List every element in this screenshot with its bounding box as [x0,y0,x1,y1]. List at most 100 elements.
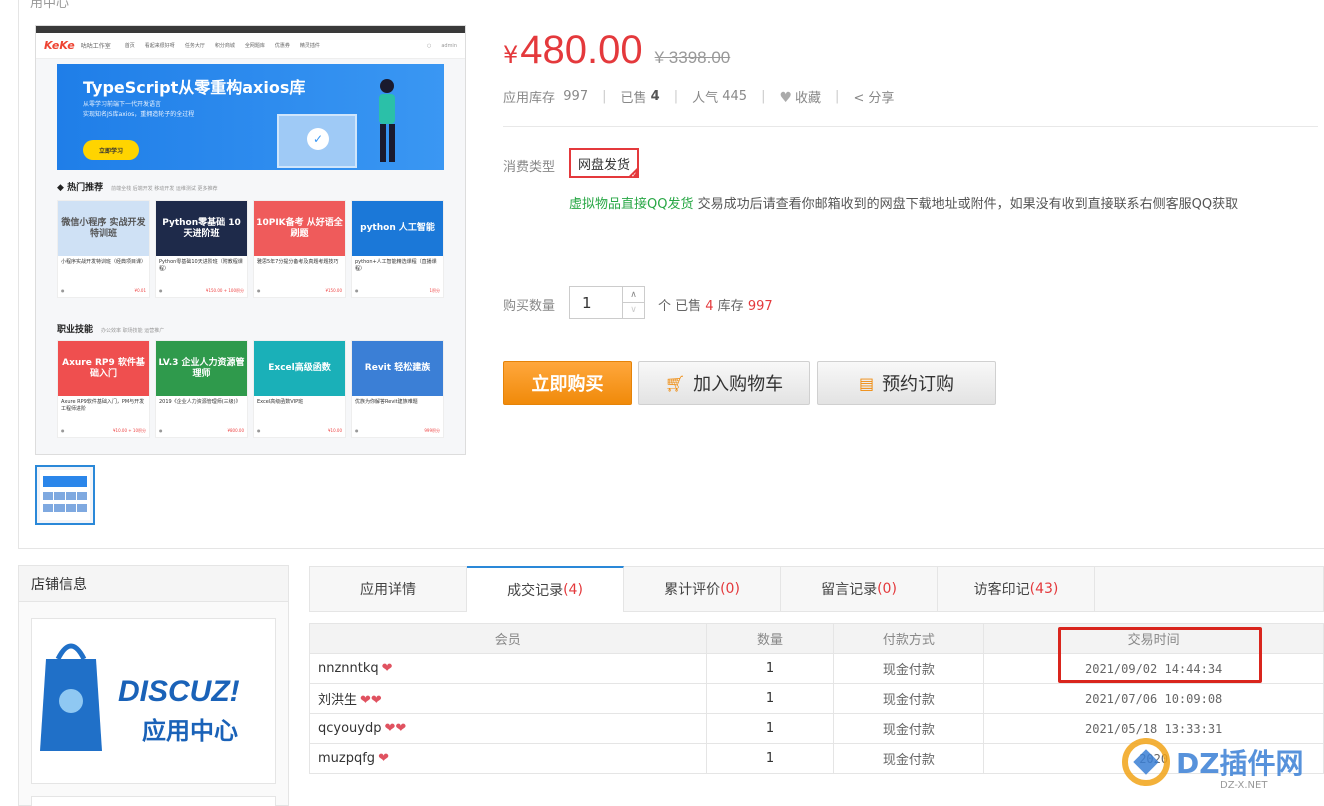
quantity-cell: 1 [705,653,835,684]
tab-label: 访客印记 [973,582,1030,598]
tab-reviews[interactable]: 累计评价 (0) [624,567,781,611]
watermark: DZ插件网 DZ-X.NET [1122,738,1304,791]
price-row: ¥ 480.00 ¥ 3398.00 [503,28,730,73]
payment-cell: 现金付款 [833,743,985,774]
preview-nav-item: 全网题库 [244,43,265,49]
member-name[interactable]: muzpqfg [318,751,375,766]
member-name[interactable]: qcyouydp [318,721,381,736]
check-icon: ✓ [307,128,329,150]
preview-banner: TypeScript从零重构axios库 从零学习前端下一代开发语言 实现知名J… [57,64,444,170]
payment-cell: 现金付款 [833,653,985,684]
consume-type-option[interactable]: 网盘发货 ✓ [569,148,639,179]
consume-type-label: 消费类型 [503,160,556,175]
favorite-label: 收藏 [795,91,822,106]
member-name[interactable]: 刘洪生 [318,693,357,708]
buy-now-button[interactable]: 立即购买 [503,361,632,405]
fire-icon: ◆ [57,183,68,193]
preview-section-skills: 职业技能 办公效率 职场技能 运营推广 [57,322,164,335]
preview-card-price: 1积分 [429,287,440,293]
preview-nav: 首页 看起来很好呀 任务大厅 积分商城 全网题库 优惠券 精灵插件 [125,42,320,49]
cart-icon: 🛒︎ [664,373,686,393]
store-logo[interactable]: DISCUZ! 应用中心 [31,618,276,784]
breadcrumb: 用中心 [30,0,70,11]
preview-card: Revit 轻松建族 优族为你解答Revit建族难题 ● 999积分 [351,340,444,438]
tab-messages[interactable]: 留言记录 (0) [781,567,938,611]
preview-card-text: 优族为你解答Revit建族难题 [355,399,418,405]
tab-transactions[interactable]: 成交记录 (4) [467,566,624,612]
preview-nav-item: 精灵插件 [299,43,320,49]
quantity-stock-prefix: 库存 [713,299,748,314]
preview-card-foot: ● ¥0.01 [61,288,146,293]
preview-thumbnail[interactable] [35,465,95,525]
quantity-sold: 4 [705,299,714,314]
product-stats: 应用库存 997 | 已售 4 | 人气 445 | ♥ 收藏 | < 分享 [503,87,894,106]
preorder-button[interactable]: ▤ 预约订购 [817,361,996,405]
preview-nav-item: 优惠券 [274,43,290,49]
preview-card-text: Excel高级函数VIP班 [257,399,304,405]
preview-card-foot: ● 1积分 [355,287,440,294]
member-cell: qcyouydp ❤❤ [309,713,707,744]
preview-section-title: 职业技能 [57,325,94,335]
decrement-button[interactable]: ∨ [622,302,644,318]
delivery-notice: 虚拟物品直接QQ发货 交易成功后请查看你邮箱收到的网盘下载地址或附件，如果没有收… [569,193,1238,212]
discuz-logo: DISCUZ! 应用中心 [40,643,240,751]
watermark-text: DZ插件网 [1176,747,1304,780]
column-header-member: 会员 [309,623,707,654]
table-row: 刘洪生 ❤❤ 1 现金付款 2021/07/06 10:09:08 [309,683,1324,714]
preview-user: ○ admin [427,43,457,49]
person-illustration [379,79,395,162]
preview-card-image: 10PIK备考 从好语全刷题 [254,201,345,256]
preview-username: admin [441,42,457,49]
heart-icon: ❤ [378,751,389,766]
tab-count: (0) [720,581,740,597]
delivery-notice-highlight: 虚拟物品直接QQ发货 [569,197,694,212]
preview-card-image: 微信小程序 实战开发 特训班 [58,201,149,256]
divider [18,0,19,548]
member-cell: muzpqfg ❤ [309,743,707,774]
preview-card-price: ¥10.00 [328,428,342,433]
preview-banner-button: 立即学习 [83,140,139,160]
heart-icon: ♥ [779,90,793,106]
tab-count: (4) [563,582,583,598]
tab-visitors[interactable]: 访客印记 (43) [938,567,1095,611]
quantity-label: 购买数量 [503,299,556,314]
preview-card-foot: ● ¥800.00 [159,428,244,433]
preview-nav-item: 任务大厅 [184,43,205,49]
store-logo-text: DISCUZ! [118,675,240,708]
share-icon: < [853,91,865,106]
member-cell: 刘洪生 ❤❤ [309,683,707,714]
check-icon: ✓ [631,171,637,179]
preview-card-foot: ● ¥150.00 [257,288,342,293]
product-preview-image[interactable]: KeKe 咕咕工作室 首页 看起来很好呀 任务大厅 积分商城 全网题库 优惠券 … [35,25,466,455]
quantity-input[interactable]: 1 [582,294,592,312]
preview-banner-subtitle: 从零学习前端下一代开发语言 实现知名JS库axios，重拥造轮子的全过程 [83,100,194,120]
preview-card-price: ¥800.00 [227,428,244,433]
quantity-cell: 1 [705,743,835,774]
buy-now-label: 立即购买 [531,374,604,395]
preview-card-image: Revit 轻松建族 [352,341,443,396]
popularity-label: 人气 [692,91,719,106]
preview-card: Axure RP9 软件基础入门 Axure RP9软件基础入门，PM与开发工程… [57,340,150,438]
add-to-cart-button[interactable]: 🛒︎ 加入购物车 [638,361,810,405]
preview-card-text: Python零基础10天进阶班（附教程课程） [159,259,243,272]
increment-button[interactable]: ∧ [622,287,644,303]
preview-card-text: 2019《企业人力资源管理师(三级)》 [159,399,241,405]
preview-card-price: ¥150.00 [325,288,342,293]
thumbnail-banner [43,476,87,487]
quantity-stepper[interactable]: 1 ∧ ∨ [569,286,645,319]
tab-label: 累计评价 [664,582,721,598]
tab-details[interactable]: 应用详情 [310,567,467,611]
heart-icon: ❤ [381,661,393,676]
member-name[interactable]: nnznntkq [318,661,379,676]
share-button[interactable]: < 分享 [853,87,894,106]
favorite-button[interactable]: ♥ 收藏 [779,87,821,106]
preview-nav-item: 首页 [124,43,135,49]
preview-topbar [36,26,465,33]
preview-card-foot: ● ¥150.00 + 100积分 [159,287,244,294]
preview-nav-item: 积分商城 [214,43,235,49]
heart-icon: ❤❤ [384,721,407,736]
preview-banner-line: 实现知名JS库axios，重拥造轮子的全过程 [83,111,195,118]
member-cell: nnznntkq ❤ [309,653,707,684]
thumbnail-image [40,470,90,520]
divider [18,548,1324,549]
